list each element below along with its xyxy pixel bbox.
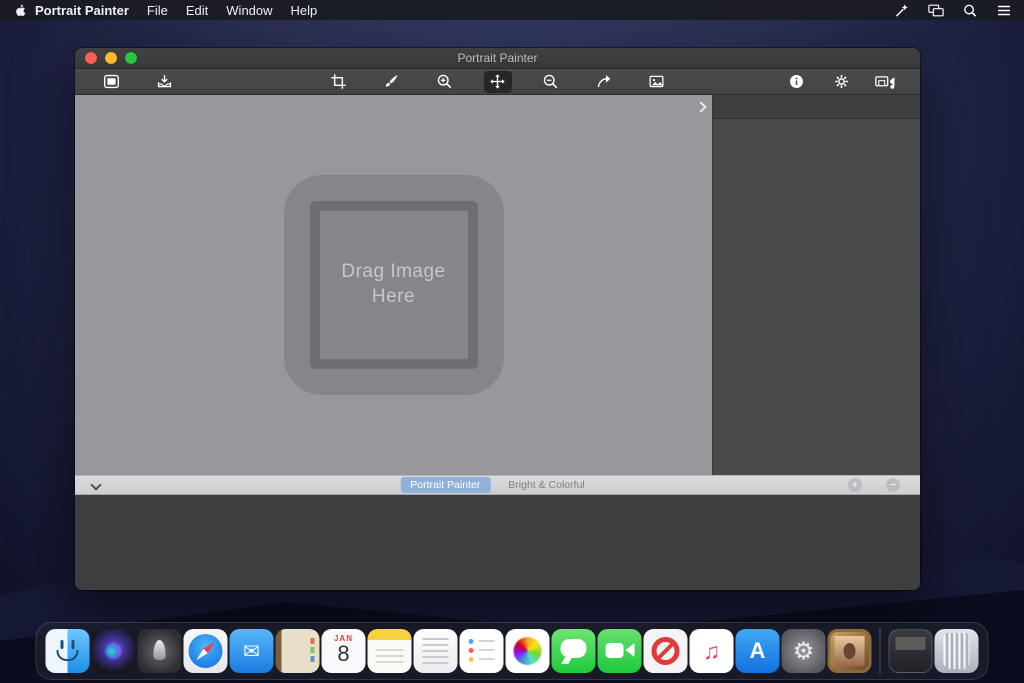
photos-icon xyxy=(514,637,542,665)
dock-item-reminders[interactable] xyxy=(460,629,504,673)
facetime-icon xyxy=(606,643,624,658)
sidebar-header xyxy=(713,95,920,119)
settings-sidebar xyxy=(712,95,920,475)
preset-bar-buttons: + − xyxy=(848,476,900,494)
remove-preset-button[interactable]: − xyxy=(886,478,900,492)
music-icon: ♫ xyxy=(690,629,734,673)
restricted-icon xyxy=(652,637,680,665)
open-image-button[interactable] xyxy=(97,71,125,93)
menu-bar-status-icons xyxy=(894,3,1012,18)
dock-item-textedit[interactable] xyxy=(414,629,458,673)
canvas-area[interactable]: Drag Image Here xyxy=(75,95,712,475)
search-icon[interactable] xyxy=(962,3,978,18)
launchpad-icon xyxy=(154,640,166,660)
menu-item-edit[interactable]: Edit xyxy=(186,3,208,18)
window-title: Portrait Painter xyxy=(75,51,920,65)
portrait-painter-icon xyxy=(835,636,865,666)
toolbar xyxy=(75,69,920,95)
desktop: Portrait Painter File Edit Window Help Port… xyxy=(0,0,1024,683)
minimize-button[interactable] xyxy=(105,52,117,64)
dock-items: ✉ JAN8 ♫A⚙ xyxy=(45,628,980,674)
mail-icon: ✉ xyxy=(230,629,274,673)
notification-list-icon[interactable] xyxy=(996,3,1012,18)
preset-bar: Portrait Painter Bright & Colorful + − xyxy=(75,475,920,495)
siri-icon xyxy=(106,643,122,659)
safari-icon xyxy=(194,640,217,663)
dock-item-notes[interactable] xyxy=(368,629,412,673)
dock-item-finder[interactable] xyxy=(46,629,90,673)
menu-bar: Portrait Painter File Edit Window Help xyxy=(0,0,1024,20)
sidebar-collapse-chevron-icon[interactable] xyxy=(695,101,706,112)
trash-icon xyxy=(944,633,970,669)
dock-item-facetime[interactable] xyxy=(598,629,642,673)
dock-item-contacts[interactable] xyxy=(276,629,320,673)
picture-preview-button[interactable] xyxy=(643,71,671,93)
move-tool-button[interactable] xyxy=(484,71,512,93)
app-store-icon: A xyxy=(736,629,780,673)
close-button[interactable] xyxy=(85,52,97,64)
zoom-button[interactable] xyxy=(125,52,137,64)
dock-item-app-store[interactable]: A xyxy=(736,629,780,673)
settings-button[interactable] xyxy=(827,71,855,93)
dock: ✉ JAN8 ♫A⚙ xyxy=(36,622,989,680)
menu-item-file[interactable]: File xyxy=(147,3,168,18)
menu-app-name[interactable]: Portrait Painter xyxy=(35,3,129,18)
dock-item-messages[interactable] xyxy=(552,629,596,673)
dock-item-portrait-painter[interactable] xyxy=(828,629,872,673)
displays-icon[interactable] xyxy=(928,3,944,18)
info-button[interactable] xyxy=(782,71,810,93)
dock-item-safari[interactable] xyxy=(184,629,228,673)
batch-export-button[interactable] xyxy=(872,71,900,93)
crop-tool-button[interactable] xyxy=(325,71,353,93)
menu-item-window[interactable]: Window xyxy=(226,3,272,18)
menu-item-help[interactable]: Help xyxy=(291,3,318,18)
window-content: Drag Image Here xyxy=(75,95,920,475)
preset-thumbnail-strip[interactable] xyxy=(75,495,920,590)
toolbar-group-center xyxy=(325,69,671,94)
image-dropzone[interactable]: Drag Image Here xyxy=(284,175,504,395)
share-export-button[interactable] xyxy=(590,71,618,93)
toolbar-group-left xyxy=(97,69,178,94)
notes-icon xyxy=(376,649,404,651)
reminders-icon xyxy=(469,639,474,644)
traffic-lights xyxy=(85,52,137,64)
dock-item-restricted[interactable] xyxy=(644,629,688,673)
dock-item-music[interactable]: ♫ xyxy=(690,629,734,673)
brush-tool-button[interactable] xyxy=(378,71,406,93)
apple-menu-icon[interactable] xyxy=(14,3,27,18)
textedit-icon xyxy=(423,638,449,640)
dock-separator xyxy=(880,628,881,674)
menu-items: File Edit Window Help xyxy=(147,3,335,18)
preset-tabs: Portrait Painter Bright & Colorful xyxy=(400,477,594,493)
add-preset-button[interactable]: + xyxy=(848,478,862,492)
dropzone-text: Drag Image Here xyxy=(284,175,504,395)
messages-icon xyxy=(561,639,587,658)
window-title-bar[interactable]: Portrait Painter xyxy=(75,48,920,69)
dock-item-calendar[interactable]: JAN8 xyxy=(322,629,366,673)
contacts-icon xyxy=(311,638,315,644)
dock-item-siri[interactable] xyxy=(92,629,136,673)
zoom-in-tool-button[interactable] xyxy=(431,71,459,93)
portrait-painter-window: Portrait Painter Drag Image Here Portrai… xyxy=(75,48,920,590)
dock-item-trash[interactable] xyxy=(935,629,979,673)
dock-item-photos[interactable] xyxy=(506,629,550,673)
preset-tab-bright-colorful[interactable]: Bright & Colorful xyxy=(498,477,594,493)
wand-icon[interactable] xyxy=(894,3,910,18)
dock-item-mail[interactable]: ✉ xyxy=(230,629,274,673)
zoom-out-tool-button[interactable] xyxy=(537,71,565,93)
document-icon xyxy=(896,637,926,650)
preset-tab-portrait-painter[interactable]: Portrait Painter xyxy=(400,477,490,493)
finder-icon xyxy=(61,640,64,649)
system-preferences-icon: ⚙ xyxy=(782,629,826,673)
dock-item-system-preferences[interactable]: ⚙ xyxy=(782,629,826,673)
dock-item-launchpad[interactable] xyxy=(138,629,182,673)
calendar-day-number: 8 xyxy=(322,641,366,667)
dock-item-document[interactable] xyxy=(889,629,933,673)
import-image-button[interactable] xyxy=(150,71,178,93)
presets-collapse-chevron-icon[interactable] xyxy=(90,479,101,490)
toolbar-group-right xyxy=(782,69,900,94)
